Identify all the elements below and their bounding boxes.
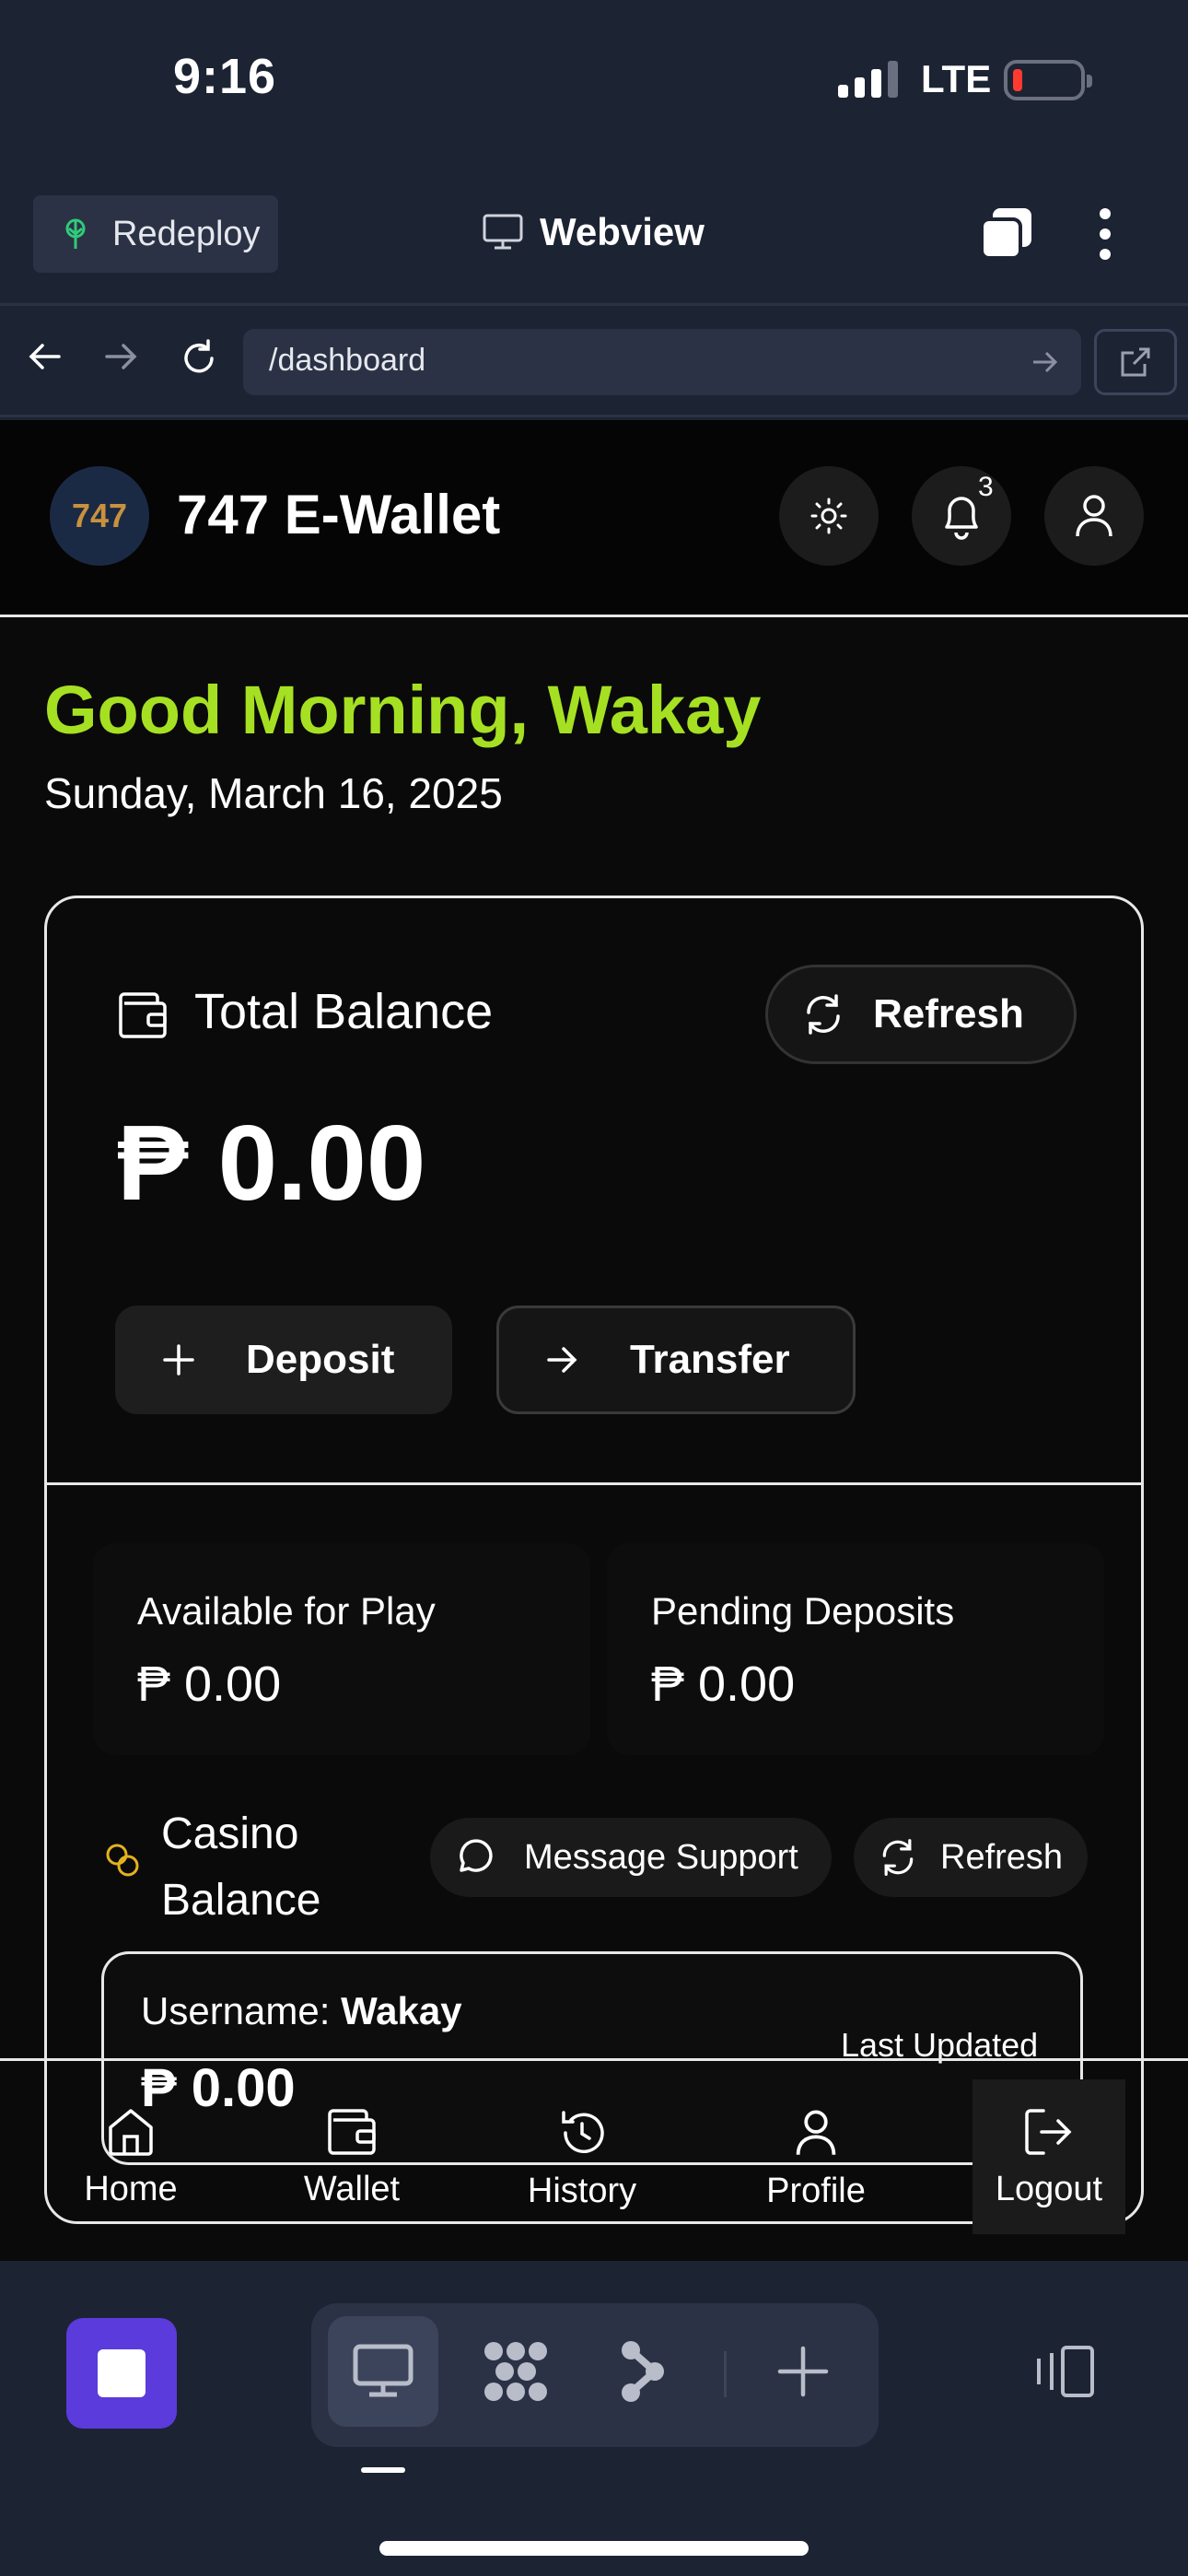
total-balance-label: Total Balance: [194, 984, 494, 1039]
refresh-icon: [807, 994, 840, 1035]
battery-icon: [1004, 60, 1092, 100]
agent-icon: [484, 2342, 547, 2401]
status-time: 9:16: [173, 49, 277, 104]
transfer-label: Transfer: [630, 1337, 790, 1382]
pending-deposits-value: ₱ 0.00: [651, 1657, 796, 1712]
card-divider: [47, 1482, 1141, 1485]
pending-deposits-panel: Pending Deposits ₱ 0.00: [607, 1543, 1104, 1755]
available-for-play-panel: Available for Play ₱ 0.00: [93, 1543, 590, 1755]
nav-profile[interactable]: Profile: [724, 2107, 908, 2211]
casino-balance-label: Casino Balance: [161, 1809, 321, 1925]
deploy-icon: [65, 218, 86, 249]
app-header: 747 747 E-Wallet 3: [0, 420, 1188, 617]
refresh-icon: [882, 1839, 914, 1876]
greeting-text: Good Morning, Wakay: [44, 672, 762, 748]
refresh-label: Refresh: [873, 991, 1024, 1036]
nav-home[interactable]: Home: [39, 2107, 223, 2209]
open-external-button[interactable]: [1094, 329, 1177, 395]
forward-icon[interactable]: [103, 338, 140, 375]
home-icon: [109, 2109, 153, 2156]
user-icon: [1076, 495, 1112, 537]
tabs-icon[interactable]: [978, 206, 1035, 262]
dock-separator: [724, 2351, 727, 2397]
git-dock-button[interactable]: [588, 2316, 698, 2427]
stop-icon: [98, 2349, 146, 2397]
url-input[interactable]: /dashboard: [243, 329, 1081, 395]
notifications-button[interactable]: [912, 466, 1011, 566]
redeploy-label: Redeploy: [112, 214, 261, 253]
nav-wallet-label: Wallet: [303, 2170, 401, 2208]
agent-dock-button[interactable]: [460, 2316, 571, 2427]
nav-profile-label: Profile: [766, 2172, 866, 2210]
theme-toggle-button[interactable]: [779, 466, 879, 566]
transfer-button[interactable]: Transfer: [496, 1306, 856, 1414]
url-bar: /dashboard: [0, 309, 1188, 417]
wallet-icon: [119, 992, 167, 1038]
coins-icon: [106, 1844, 139, 1877]
active-tab-indicator: [361, 2467, 405, 2473]
go-arrow-icon[interactable]: [1031, 349, 1059, 375]
network-label: LTE: [921, 57, 992, 100]
webview-dock-button[interactable]: [328, 2316, 438, 2427]
history-icon: [562, 2111, 604, 2153]
monitor-icon: [353, 2344, 413, 2397]
replit-toolbar: Redeploy Webview: [0, 166, 1188, 306]
bottom-navigation: Home Wallet History Profile Logout: [0, 2058, 1188, 2259]
available-for-play-label: Available for Play: [137, 1589, 436, 1633]
app-viewport: 747 747 E-Wallet 3 Good Morning, Wakay S…: [0, 420, 1188, 2261]
dock-tools: [311, 2303, 879, 2447]
app-logo: 747: [50, 466, 149, 566]
deposit-button[interactable]: Deposit: [115, 1306, 452, 1414]
user-icon: [796, 2110, 836, 2155]
total-balance-amount: ₱ 0.00: [117, 1103, 426, 1223]
nav-history-label: History: [527, 2172, 637, 2210]
nav-home-label: Home: [84, 2170, 178, 2208]
plus-icon: [777, 2346, 829, 2397]
notification-badge: 3: [978, 472, 994, 502]
profile-button[interactable]: [1044, 466, 1144, 566]
webview-tab[interactable]: Webview: [483, 210, 705, 254]
message-support-label: Message Support: [524, 1837, 798, 1877]
username-value: Wakay: [341, 1989, 462, 2032]
chat-bubble-icon: [460, 1839, 493, 1872]
arrow-right-icon: [547, 1347, 577, 1373]
stop-button[interactable]: [66, 2318, 177, 2429]
deposit-label: Deposit: [246, 1337, 395, 1382]
nav-history[interactable]: History: [490, 2107, 674, 2211]
redeploy-button[interactable]: Redeploy: [33, 195, 278, 273]
refresh-balance-button[interactable]: Refresh: [765, 965, 1077, 1064]
monitor-icon: [483, 214, 523, 250]
plus-icon: [163, 1344, 194, 1376]
date-text: Sunday, March 16, 2025: [44, 769, 503, 817]
status-bar: 9:16 LTE: [0, 0, 1188, 166]
app-title: 747 E-Wallet: [177, 484, 501, 545]
nav-wallet[interactable]: Wallet: [260, 2107, 444, 2209]
reload-icon[interactable]: [179, 338, 219, 379]
username-label: Username:: [141, 1989, 331, 2032]
wallet-icon: [328, 2109, 376, 2155]
refresh-casino-button[interactable]: Refresh: [854, 1818, 1088, 1897]
back-icon[interactable]: [26, 338, 63, 375]
pending-deposits-label: Pending Deposits: [651, 1589, 955, 1633]
nav-logout[interactable]: Logout: [973, 2079, 1125, 2234]
sun-icon: [810, 498, 847, 534]
username-line: Username: Wakay: [141, 1989, 462, 2033]
replit-dock: [0, 2261, 1188, 2576]
nav-logout-label: Logout: [995, 2170, 1103, 2208]
device-rotate-icon[interactable]: [1031, 2344, 1098, 2399]
url-text: /dashboard: [269, 343, 426, 378]
more-options-icon[interactable]: [1096, 206, 1114, 262]
available-for-play-value: ₱ 0.00: [137, 1657, 282, 1712]
signal-icon: [838, 61, 898, 98]
add-tool-button[interactable]: [748, 2316, 858, 2427]
message-support-button[interactable]: Message Support: [430, 1818, 832, 1897]
refresh-casino-label: Refresh: [940, 1837, 1064, 1877]
logout-icon: [1025, 2109, 1072, 2155]
home-indicator: [379, 2541, 809, 2556]
branch-icon: [622, 2341, 664, 2402]
external-link-icon: [1121, 347, 1150, 377]
webview-label: Webview: [540, 210, 705, 253]
